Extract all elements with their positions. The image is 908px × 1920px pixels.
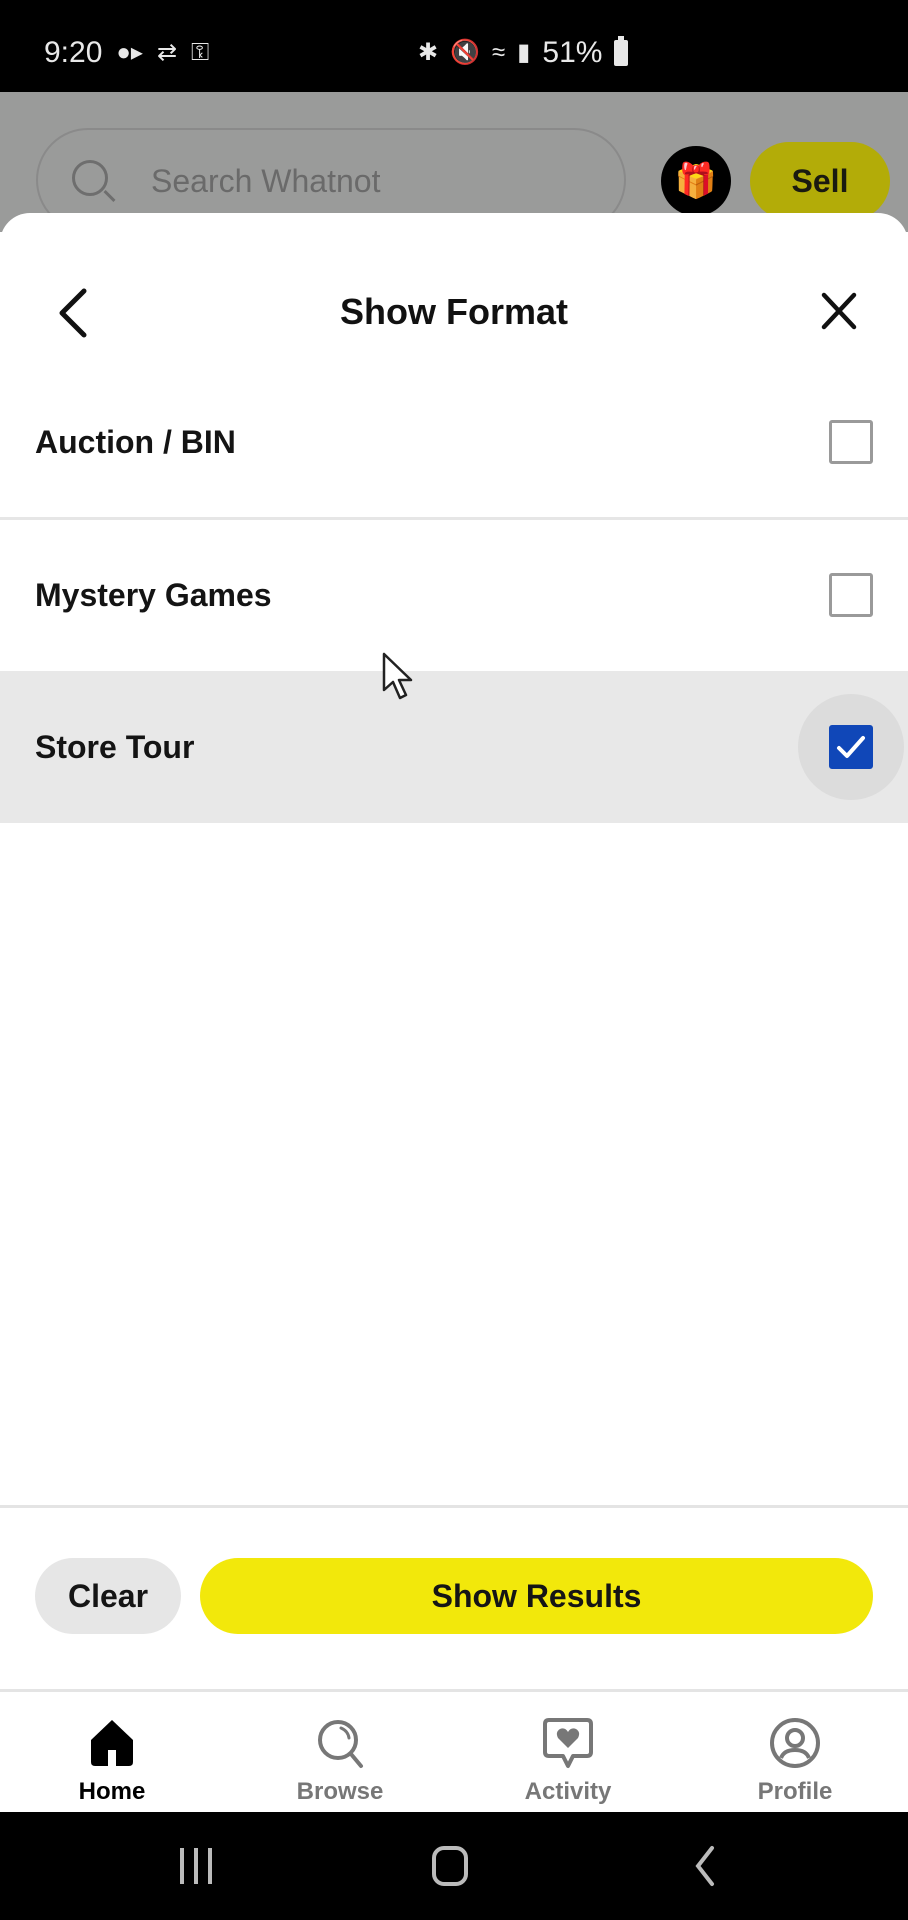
tab-label: Activity: [524, 1778, 612, 1805]
gift-icon: 🎁: [674, 162, 718, 200]
bottom-tab-bar: Home Browse Activity Profile: [0, 1689, 908, 1812]
sheet-header: Show Format: [0, 213, 908, 383]
tab-home[interactable]: Home: [32, 1692, 192, 1812]
status-left: 9:20 ●▸ ⇄ ⚿: [44, 36, 209, 70]
status-time: 9:20: [44, 36, 103, 69]
profile-icon: [770, 1718, 820, 1768]
show-format-sheet: Show Format Auction / BIN Mystery Games …: [0, 213, 908, 1690]
wifi-icon: ≈: [492, 39, 506, 66]
tab-activity[interactable]: Activity: [488, 1692, 648, 1812]
battery-icon: [614, 36, 629, 66]
sheet-title: Show Format: [339, 291, 568, 332]
option-row-store-tour[interactable]: Store Tour: [0, 671, 908, 823]
activity-heart-icon: [543, 1718, 593, 1768]
option-checkbox[interactable]: [829, 420, 873, 464]
search-placeholder: Search Whatnot: [151, 163, 381, 199]
tab-profile[interactable]: Profile: [715, 1692, 875, 1812]
system-nav-bar: [0, 1812, 908, 1920]
tab-label: Browse: [296, 1778, 384, 1805]
tab-browse[interactable]: Browse: [260, 1692, 420, 1812]
option-checkbox-checked[interactable]: [829, 725, 873, 769]
close-icon: [821, 292, 857, 330]
key-icon: ⚿: [191, 39, 210, 66]
option-label: Mystery Games: [35, 576, 272, 613]
vpn-sync-icon: ⇄: [156, 39, 178, 66]
bluetooth-icon: ✱: [418, 39, 439, 66]
option-label: Store Tour: [35, 728, 195, 765]
video-record-icon: ●▸: [116, 39, 143, 66]
close-button[interactable]: [816, 285, 862, 337]
tab-label: Profile: [757, 1778, 833, 1805]
sell-button[interactable]: Sell: [750, 142, 890, 220]
home-icon: [91, 1720, 133, 1766]
option-row-auction-bin[interactable]: Auction / BIN: [0, 366, 908, 518]
option-row-mystery-games[interactable]: Mystery Games: [0, 519, 908, 671]
tab-label: Home: [78, 1778, 146, 1805]
show-results-button[interactable]: Show Results: [200, 1558, 873, 1634]
option-checkbox[interactable]: [829, 573, 873, 617]
status-bar: 9:20 ●▸ ⇄ ⚿ ✱ 🔇 ≈ ▮ 51%: [0, 0, 908, 92]
signal-icon: ▮: [517, 39, 531, 66]
home-button-icon[interactable]: [430, 1842, 470, 1890]
gift-button[interactable]: 🎁: [661, 146, 731, 216]
recent-apps-icon[interactable]: [176, 1842, 216, 1890]
battery-percent: 51%: [542, 36, 603, 69]
footer-divider: [0, 1505, 908, 1508]
mute-icon: 🔇: [450, 39, 480, 66]
status-right: ✱ 🔇 ≈ ▮ 51%: [418, 36, 629, 70]
mouse-cursor-icon: [382, 652, 413, 700]
option-label: Auction / BIN: [35, 423, 236, 460]
search-icon: [72, 160, 108, 196]
browse-search-icon: [318, 1720, 363, 1768]
clear-button[interactable]: Clear: [35, 1558, 181, 1634]
checkmark-icon: [837, 736, 865, 758]
app-header-dimmed: Search Whatnot 🎁 Sell: [0, 92, 908, 232]
back-icon[interactable]: [690, 1842, 720, 1890]
